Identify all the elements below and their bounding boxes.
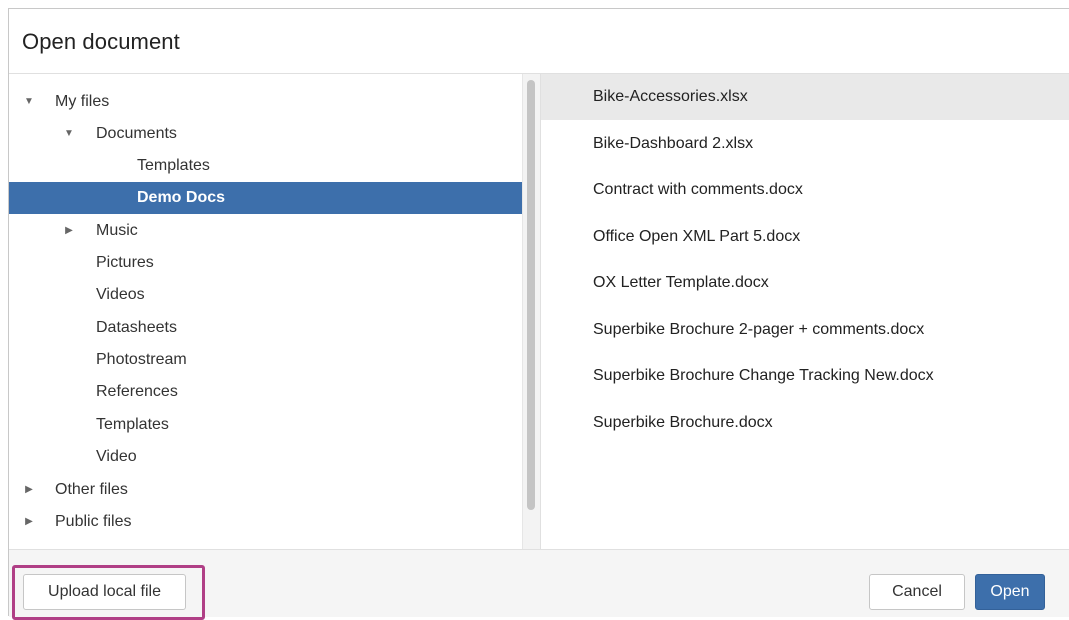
file-name: Office Open XML Part 5.docx: [593, 228, 801, 245]
tree-item-label: References: [96, 383, 178, 400]
caret-right-icon[interactable]: ▶: [23, 506, 35, 538]
tree-item-label: My files: [55, 93, 110, 110]
file-name: OX Letter Template.docx: [593, 274, 769, 291]
tree-item-datasheets[interactable]: Datasheets: [9, 312, 522, 344]
tree-item-video[interactable]: Video: [9, 441, 522, 473]
dialog-body: ▼ My files ▼ Documents Templates Demo Do…: [9, 74, 1069, 549]
caret-right-icon[interactable]: ▶: [63, 215, 75, 247]
tree-item-label: Pictures: [96, 254, 154, 271]
dialog-title: Open document: [22, 29, 180, 54]
file-name: Superbike Brochure 2-pager + comments.do…: [593, 321, 925, 338]
upload-local-file-button[interactable]: Upload local file: [23, 574, 186, 610]
open-button[interactable]: Open: [975, 574, 1045, 610]
tree-item-templates-2[interactable]: Templates: [9, 409, 522, 441]
caret-right-icon[interactable]: ▶: [23, 474, 35, 506]
tree-item-other-files[interactable]: ▶ Other files: [9, 474, 522, 506]
folder-tree: ▼ My files ▼ Documents Templates Demo Do…: [9, 74, 529, 549]
tree-item-public-files[interactable]: ▶ Public files: [9, 506, 522, 538]
cancel-button[interactable]: Cancel: [869, 574, 965, 610]
file-item[interactable]: Superbike Brochure Change Tracking New.d…: [541, 353, 1069, 399]
tree-item-label: Music: [96, 222, 138, 239]
tree-item-label: Templates: [96, 416, 169, 433]
scrollbar-thumb[interactable]: [527, 80, 535, 510]
tree-item-pictures[interactable]: Pictures: [9, 247, 522, 279]
file-name: Bike-Dashboard 2.xlsx: [593, 135, 754, 152]
folder-tree-scrollbar[interactable]: [522, 74, 540, 549]
file-name: Superbike Brochure.docx: [593, 414, 773, 431]
file-item[interactable]: Bike-Accessories.xlsx: [541, 74, 1069, 120]
tree-item-label: Photostream: [96, 351, 187, 368]
tree-item-label: Templates: [137, 157, 210, 174]
file-name: Superbike Brochure Change Tracking New.d…: [593, 367, 934, 384]
tree-item-documents[interactable]: ▼ Documents: [9, 118, 522, 150]
file-item[interactable]: Superbike Brochure 2-pager + comments.do…: [541, 307, 1069, 353]
tree-item-my-files[interactable]: ▼ My files: [9, 86, 522, 118]
tree-item-templates[interactable]: Templates: [9, 150, 522, 182]
caret-down-icon[interactable]: ▼: [23, 86, 35, 118]
tree-item-demo-docs[interactable]: Demo Docs: [9, 182, 522, 214]
tree-item-label: Datasheets: [96, 319, 177, 336]
open-document-dialog: Open document ▼ My files ▼ Documents Tem…: [8, 8, 1069, 620]
file-item[interactable]: OX Letter Template.docx: [541, 260, 1069, 306]
file-item[interactable]: Office Open XML Part 5.docx: [541, 214, 1069, 260]
tree-item-label: Demo Docs: [137, 189, 226, 206]
tree-item-label: Video: [96, 448, 137, 465]
file-name: Bike-Accessories.xlsx: [593, 88, 748, 105]
tree-item-music[interactable]: ▶ Music: [9, 215, 522, 247]
tree-item-label: Public files: [55, 513, 132, 530]
tree-item-references[interactable]: References: [9, 376, 522, 408]
file-item[interactable]: Superbike Brochure.docx: [541, 400, 1069, 446]
tree-item-label: Documents: [96, 125, 177, 142]
tree-item-label: Videos: [96, 286, 145, 303]
file-item[interactable]: Bike-Dashboard 2.xlsx: [541, 121, 1069, 167]
file-name: Contract with comments.docx: [593, 181, 803, 198]
tree-item-photostream[interactable]: Photostream: [9, 344, 522, 376]
caret-down-icon[interactable]: ▼: [63, 118, 75, 150]
dialog-header: Open document: [9, 9, 1069, 74]
file-item[interactable]: Contract with comments.docx: [541, 167, 1069, 213]
tree-item-videos[interactable]: Videos: [9, 279, 522, 311]
dialog-footer: Upload local file Cancel Open: [9, 549, 1069, 620]
tree-item-label: Other files: [55, 481, 128, 498]
file-list: Bike-Accessories.xlsx Bike-Dashboard 2.x…: [541, 74, 1069, 549]
